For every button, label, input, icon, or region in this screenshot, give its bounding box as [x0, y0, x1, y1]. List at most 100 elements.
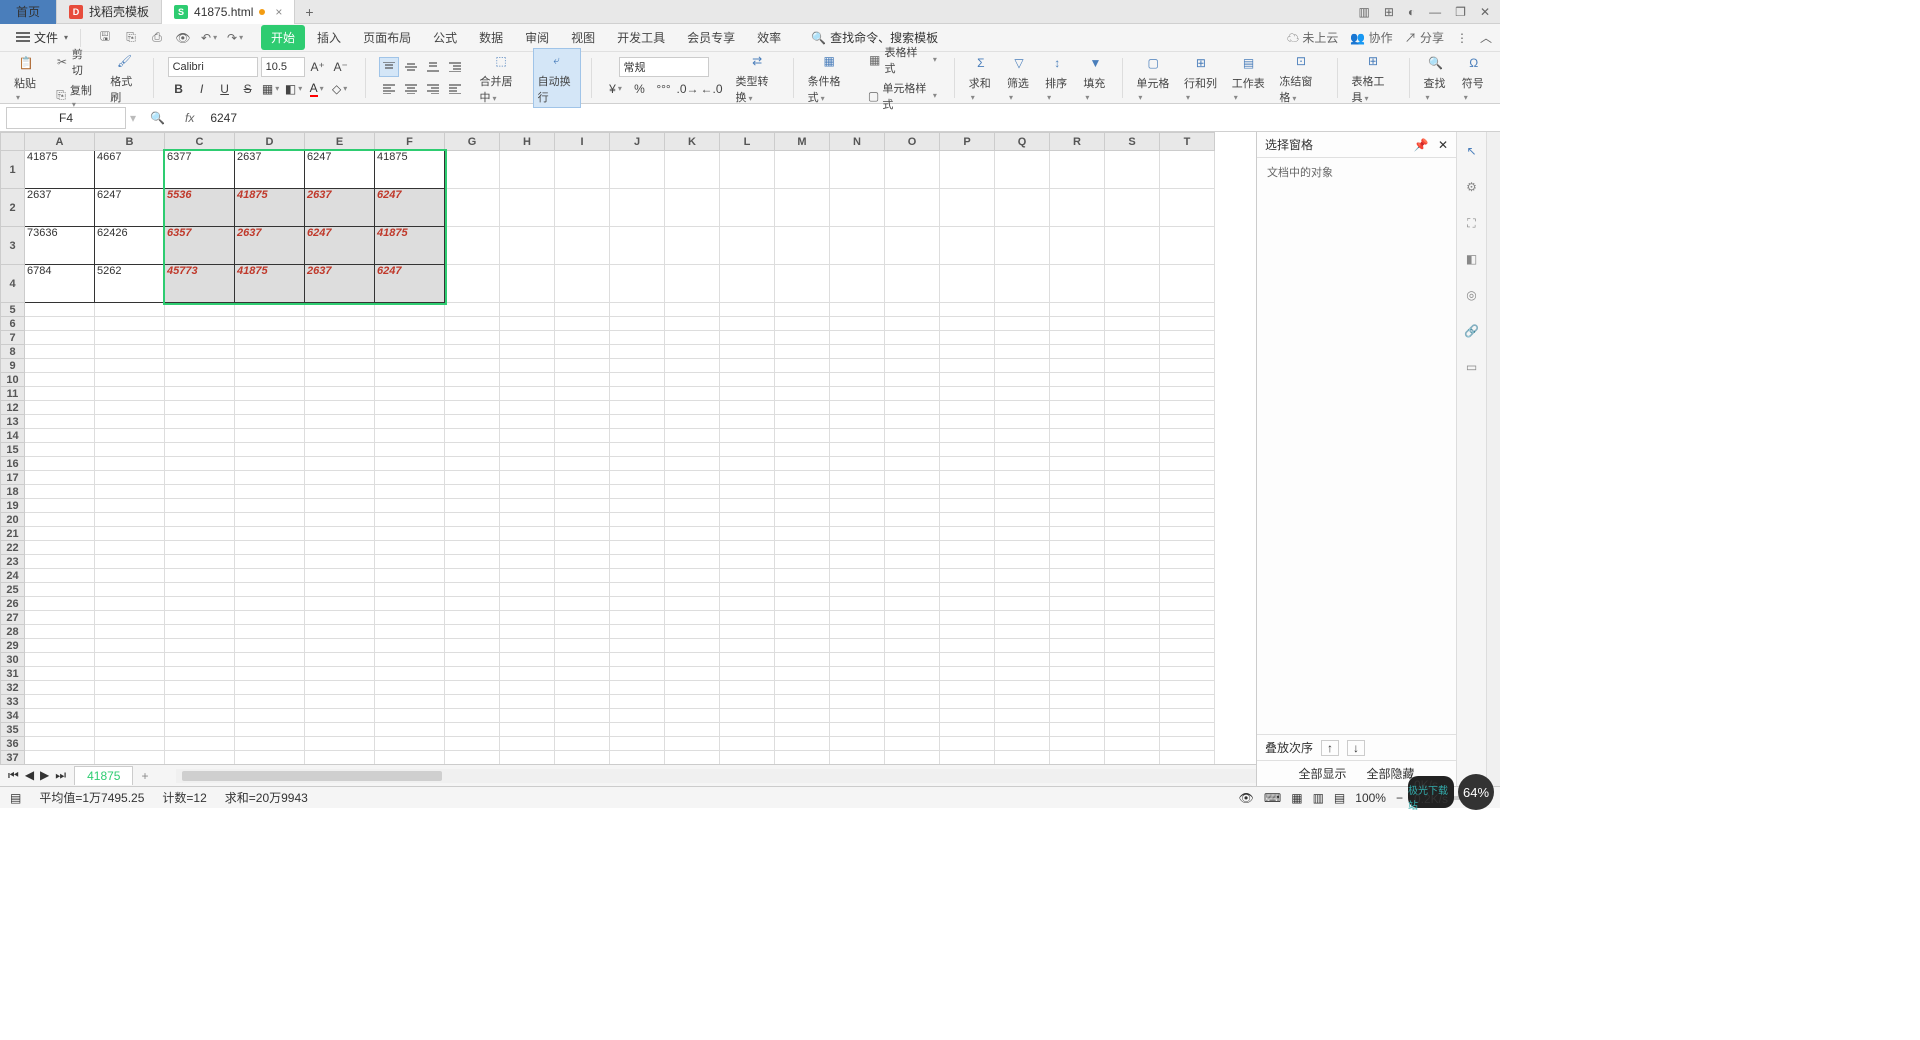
rowcol-button[interactable]: ⊞行和列 — [1180, 51, 1222, 105]
cell-S35[interactable] — [1105, 723, 1160, 737]
cell-D11[interactable] — [235, 387, 305, 401]
cell-A1[interactable]: 41875 — [25, 151, 95, 189]
cell-A11[interactable] — [25, 387, 95, 401]
cell-A33[interactable] — [25, 695, 95, 709]
row-header-13[interactable]: 13 — [1, 415, 25, 429]
cell-B16[interactable] — [95, 457, 165, 471]
cell-E35[interactable] — [305, 723, 375, 737]
font-shrink-icon[interactable]: A⁻ — [331, 57, 351, 77]
settings-icon[interactable]: ⚙ — [1463, 178, 1481, 196]
sheet-nav-last-icon[interactable]: ⏭ — [55, 768, 66, 783]
tab-template[interactable]: D 找稻壳模板 — [57, 0, 162, 24]
cell-P8[interactable] — [940, 345, 995, 359]
cell-N24[interactable] — [830, 569, 885, 583]
style-icon[interactable]: ◧ — [1463, 250, 1481, 268]
col-header-E[interactable]: E — [305, 133, 375, 151]
cell-N11[interactable] — [830, 387, 885, 401]
cell-S10[interactable] — [1105, 373, 1160, 387]
tab-file[interactable]: S 41875.html × — [162, 0, 295, 24]
cell-F9[interactable] — [375, 359, 445, 373]
cell-M10[interactable] — [775, 373, 830, 387]
cell-A26[interactable] — [25, 597, 95, 611]
cell-R27[interactable] — [1050, 611, 1105, 625]
cell-M8[interactable] — [775, 345, 830, 359]
cell-O28[interactable] — [885, 625, 940, 639]
align-left-icon[interactable] — [379, 79, 399, 99]
cell-T12[interactable] — [1160, 401, 1215, 415]
merge-button[interactable]: ⬚合并居中 — [475, 49, 526, 107]
move-down-button[interactable]: ↓ — [1347, 740, 1365, 756]
cell-P28[interactable] — [940, 625, 995, 639]
cell-K10[interactable] — [665, 373, 720, 387]
cell-E21[interactable] — [305, 527, 375, 541]
cell-I13[interactable] — [555, 415, 610, 429]
cell-E10[interactable] — [305, 373, 375, 387]
cell-S16[interactable] — [1105, 457, 1160, 471]
cell-B4[interactable]: 5262 — [95, 265, 165, 303]
cell-Q7[interactable] — [995, 331, 1050, 345]
worksheet-button[interactable]: ▤工作表 — [1228, 51, 1270, 105]
cell-H13[interactable] — [500, 415, 555, 429]
cell-O4[interactable] — [885, 265, 940, 303]
cell-D32[interactable] — [235, 681, 305, 695]
cell-A20[interactable] — [25, 513, 95, 527]
cell-P7[interactable] — [940, 331, 995, 345]
cell-F2[interactable]: 6247 — [375, 189, 445, 227]
cell-O34[interactable] — [885, 709, 940, 723]
cell-O10[interactable] — [885, 373, 940, 387]
cell-I4[interactable] — [555, 265, 610, 303]
cell-E20[interactable] — [305, 513, 375, 527]
cell-R1[interactable] — [1050, 151, 1105, 189]
row-header-32[interactable]: 32 — [1, 681, 25, 695]
cell-R10[interactable] — [1050, 373, 1105, 387]
cell-J4[interactable] — [610, 265, 665, 303]
cell-T25[interactable] — [1160, 583, 1215, 597]
cell-M17[interactable] — [775, 471, 830, 485]
cell-T10[interactable] — [1160, 373, 1215, 387]
cell-C29[interactable] — [165, 639, 235, 653]
cell-I8[interactable] — [555, 345, 610, 359]
cell-P27[interactable] — [940, 611, 995, 625]
col-header-R[interactable]: R — [1050, 133, 1105, 151]
cell-M21[interactable] — [775, 527, 830, 541]
cell-J7[interactable] — [610, 331, 665, 345]
cell-P15[interactable] — [940, 443, 995, 457]
cell-K37[interactable] — [665, 751, 720, 765]
cell-L3[interactable] — [720, 227, 775, 265]
cell-S3[interactable] — [1105, 227, 1160, 265]
cell-L30[interactable] — [720, 653, 775, 667]
fill-color-button[interactable]: ◧ — [284, 79, 304, 99]
percent-icon[interactable]: % — [630, 79, 650, 99]
cell-Q30[interactable] — [995, 653, 1050, 667]
col-header-H[interactable]: H — [500, 133, 555, 151]
cell-K19[interactable] — [665, 499, 720, 513]
cell-Q9[interactable] — [995, 359, 1050, 373]
cell-P36[interactable] — [940, 737, 995, 751]
cell-L33[interactable] — [720, 695, 775, 709]
cell-F31[interactable] — [375, 667, 445, 681]
cell-C3[interactable]: 6357 — [165, 227, 235, 265]
cell-E7[interactable] — [305, 331, 375, 345]
cell-A5[interactable] — [25, 303, 95, 317]
cell-Q24[interactable] — [995, 569, 1050, 583]
cell-P21[interactable] — [940, 527, 995, 541]
cell-L9[interactable] — [720, 359, 775, 373]
cell-E4[interactable]: 2637 — [305, 265, 375, 303]
cell-L17[interactable] — [720, 471, 775, 485]
cell-P19[interactable] — [940, 499, 995, 513]
cell-Q2[interactable] — [995, 189, 1050, 227]
cell-B10[interactable] — [95, 373, 165, 387]
cell-P26[interactable] — [940, 597, 995, 611]
cell-R35[interactable] — [1050, 723, 1105, 737]
cell-L18[interactable] — [720, 485, 775, 499]
cell-D36[interactable] — [235, 737, 305, 751]
sheet-nav-first-icon[interactable]: ⏮ — [8, 768, 19, 783]
cell-T19[interactable] — [1160, 499, 1215, 513]
row-header-26[interactable]: 26 — [1, 597, 25, 611]
border-button[interactable]: ▦ — [261, 79, 281, 99]
col-header-Q[interactable]: Q — [995, 133, 1050, 151]
cell-N15[interactable] — [830, 443, 885, 457]
cond-format-button[interactable]: ▦条件格式 — [804, 49, 855, 107]
col-header-I[interactable]: I — [555, 133, 610, 151]
save-icon[interactable]: 🖫 — [97, 30, 113, 46]
